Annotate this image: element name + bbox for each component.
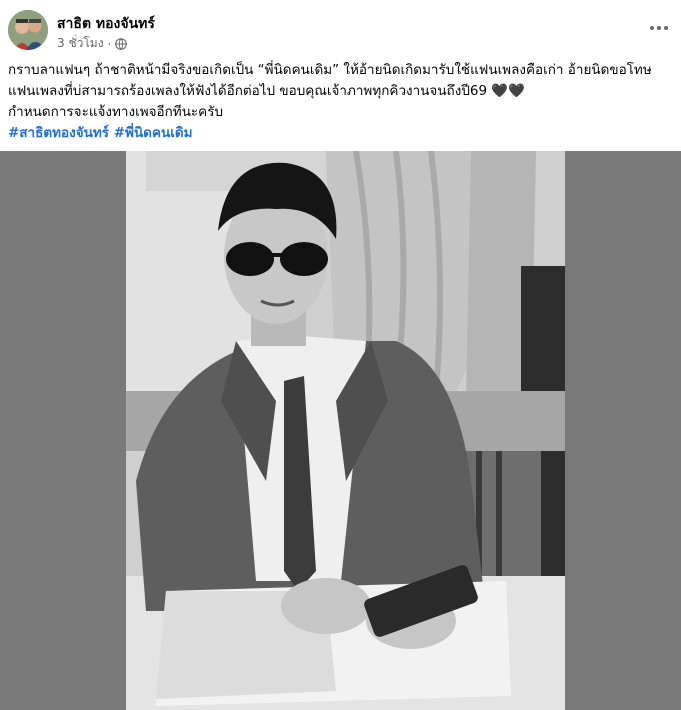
post-header: สาธิต ทองจันทร์ 3 ชั่วโมง · (0, 0, 681, 58)
post-photo[interactable] (126, 151, 565, 710)
more-options-button[interactable] (645, 14, 673, 42)
post-media[interactable] (0, 151, 681, 710)
author-name[interactable]: สาธิต ทองจันทร์ (57, 13, 155, 35)
avatar[interactable] (8, 10, 48, 50)
hashtags: #สาธิตทองจันทร์ #พี่นิดคนเดิม (8, 123, 678, 144)
post-text-line: กราบลาแฟนๆ ถ้าชาติหน้ามีจริงขอเกิดเป็น “… (8, 62, 652, 78)
post-text-line: แฟนเพลงที่บ่สามารถร้องเพลงให้ฟังได้อีกต่… (8, 83, 525, 99)
hashtag-link[interactable]: #พี่นิดคนเดิม (114, 125, 193, 141)
post-text: กราบลาแฟนๆ ถ้าชาติหน้ามีจริงขอเกิดเป็น “… (8, 60, 678, 144)
more-horizontal-icon (650, 26, 668, 30)
globe-icon (115, 37, 128, 50)
hashtag-link[interactable]: #สาธิตทองจันทร์ (8, 125, 109, 141)
post-time[interactable]: 3 ชั่วโมง (57, 34, 104, 53)
post-text-line: กำหนดการจะแจ้งทางเพจอีกทีนะครับ (8, 104, 224, 120)
post-meta: 3 ชั่วโมง · (57, 34, 128, 53)
